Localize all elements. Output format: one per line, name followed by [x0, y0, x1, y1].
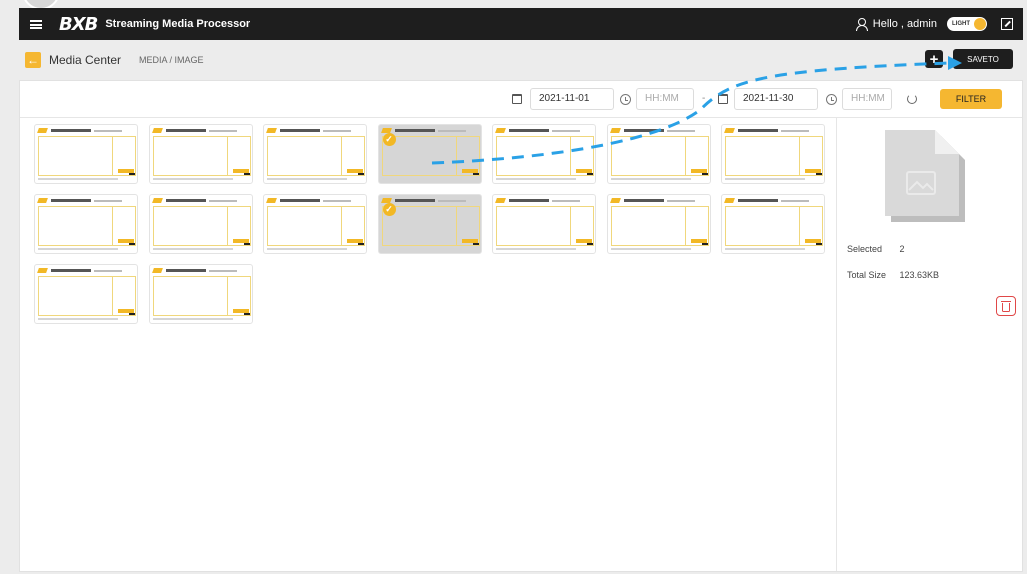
selected-count-row: Selected 2 [847, 244, 905, 254]
details-panel: Selected 2 Total Size 123.63KB [836, 118, 1022, 571]
image-thumbnail[interactable] [263, 124, 367, 184]
user-icon[interactable] [855, 18, 868, 31]
page-title: Media Center [49, 53, 122, 67]
image-thumbnail[interactable] [148, 194, 253, 254]
file-placeholder-icon [885, 130, 965, 222]
image-thumbnail[interactable] [34, 194, 138, 254]
image-thumbnail[interactable] [34, 264, 138, 324]
image-thumbnail[interactable] [492, 124, 596, 184]
app-title: Streaming Media Processor [105, 18, 251, 30]
page-header: ← Media Center MEDIA / IMAGE + SAVETO [19, 45, 1023, 75]
image-thumbnail[interactable] [721, 124, 825, 184]
menu-icon[interactable] [19, 8, 53, 40]
image-thumbnail[interactable] [721, 194, 825, 254]
filter-button[interactable]: FILTER [940, 89, 1002, 109]
image-thumbnail[interactable] [148, 264, 253, 324]
end-date-input[interactable]: 2021-11-30 [734, 88, 818, 110]
total-size-label: Total Size [847, 270, 887, 280]
start-date-input[interactable]: 2021-11-01 [530, 88, 614, 110]
saveto-button[interactable]: SAVETO [953, 49, 1013, 69]
clock-icon[interactable] [826, 94, 837, 105]
calendar-icon[interactable] [512, 94, 522, 104]
image-thumbnail[interactable] [606, 124, 711, 184]
image-thumbnail[interactable]: ✓ [377, 124, 482, 184]
image-thumbnail[interactable] [263, 194, 367, 254]
media-panel: 2021-11-01 HH:MM - 2021-11-30 HH:MM FILT… [19, 80, 1023, 572]
logo: BXB [59, 13, 98, 35]
end-time-input[interactable]: HH:MM [842, 88, 892, 110]
theme-toggle-label: LIGHT [952, 21, 970, 27]
selected-value: 2 [899, 244, 905, 254]
refresh-icon[interactable] [907, 94, 917, 104]
image-thumbnail[interactable] [606, 194, 711, 254]
selected-check-icon: ✓ [382, 203, 396, 216]
image-thumbnail[interactable] [148, 124, 253, 184]
image-thumbnail[interactable]: ✓ [377, 194, 482, 254]
image-thumbnail[interactable] [492, 194, 596, 254]
calendar-icon[interactable] [718, 94, 728, 104]
fullscreen-icon[interactable] [1001, 18, 1013, 30]
clock-icon[interactable] [620, 94, 631, 105]
add-button[interactable]: + [925, 50, 943, 68]
delete-button[interactable] [996, 296, 1016, 316]
image-thumbnail[interactable] [34, 124, 138, 184]
theme-toggle-knob [974, 18, 986, 30]
start-time-input[interactable]: HH:MM [636, 88, 694, 110]
trash-icon [1001, 300, 1011, 312]
selected-label: Selected [847, 244, 883, 254]
filter-bar: 2021-11-01 HH:MM - 2021-11-30 HH:MM FILT… [20, 81, 1022, 118]
total-size-row: Total Size 123.63KB [847, 270, 939, 280]
total-size-value: 123.63KB [899, 270, 940, 280]
user-greeting[interactable]: Hello , admin [873, 18, 937, 30]
theme-toggle[interactable]: LIGHT [947, 17, 987, 31]
back-button[interactable]: ← [25, 52, 41, 68]
date-range-separator: - [702, 93, 706, 104]
breadcrumb[interactable]: MEDIA / IMAGE [139, 55, 204, 65]
selected-check-icon: ✓ [382, 133, 396, 146]
top-bar: BXB Streaming Media Processor Hello , ad… [19, 8, 1023, 40]
